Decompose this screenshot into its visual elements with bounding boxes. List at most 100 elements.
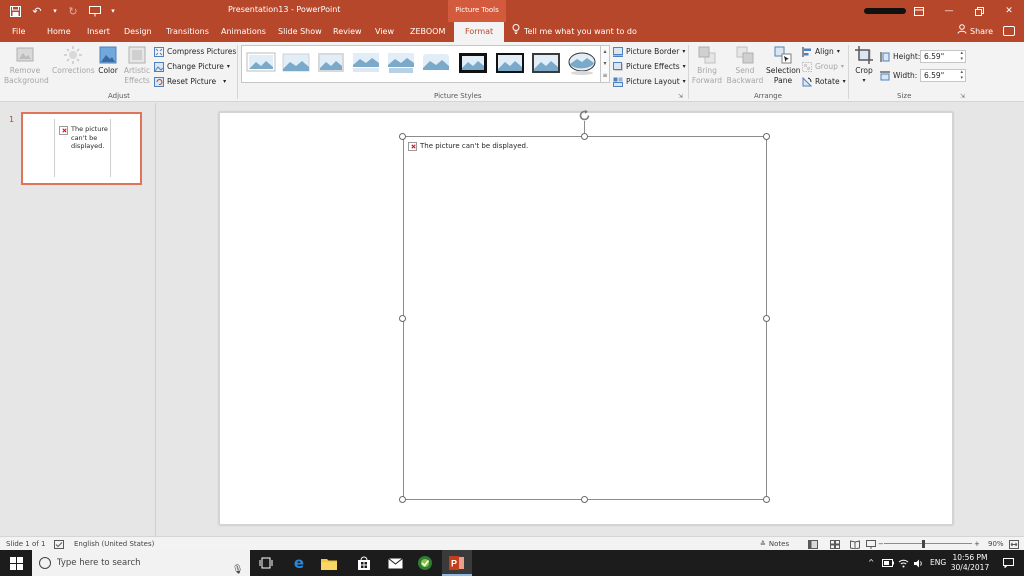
corrections-button[interactable]: Corrections	[52, 46, 95, 76]
picture-style-simple-frame[interactable]	[246, 50, 276, 76]
crop-button[interactable]: Crop ▾	[852, 46, 876, 86]
resize-handle-top-right[interactable]	[763, 133, 770, 140]
share-button[interactable]: Share	[957, 22, 993, 42]
artistic-effects-button[interactable]: Artistic Effects	[122, 46, 152, 86]
language-indicator[interactable]: English (United States)	[74, 537, 154, 551]
normal-view-icon[interactable]	[808, 537, 818, 551]
align-button[interactable]: Align ▾	[802, 45, 840, 58]
picture-style-thick-matte-black[interactable]	[458, 50, 488, 76]
file-explorer-icon[interactable]	[320, 554, 338, 572]
edge-browser-icon[interactable]: e	[290, 554, 308, 572]
volume-icon[interactable]	[914, 550, 924, 576]
picture-style-metal-frame[interactable]	[531, 50, 561, 76]
input-language[interactable]: ENG	[930, 550, 946, 576]
slide-show-icon[interactable]	[866, 537, 876, 551]
height-spinner[interactable]: ▴ ▾	[960, 50, 963, 62]
slide-sorter-icon[interactable]	[830, 537, 840, 551]
rotate-button[interactable]: Rotate ▾	[802, 75, 846, 88]
zoom-slider-thumb[interactable]	[921, 540, 925, 548]
tab-file[interactable]: File	[12, 22, 25, 42]
tab-review[interactable]: Review	[333, 22, 362, 42]
fit-slide-icon[interactable]	[1009, 537, 1019, 551]
microphone-icon[interactable]: 🎙	[232, 557, 243, 576]
browser-app-icon[interactable]	[416, 554, 434, 572]
slide-thumbnail[interactable]: The picture can't be displayed.	[21, 112, 142, 185]
resize-handle-bottom[interactable]	[581, 496, 588, 503]
tab-animations[interactable]: Animations	[221, 22, 266, 42]
tab-format[interactable]: Format	[454, 22, 505, 42]
selection-pane-button[interactable]: Selection Pane	[766, 46, 801, 86]
tab-insert[interactable]: Insert	[87, 22, 110, 42]
show-hidden-icons-icon[interactable]: ^	[868, 550, 874, 576]
height-input[interactable]: 6.59" ▴ ▾	[920, 50, 966, 63]
picture-effects-button[interactable]: Picture Effects ▾	[613, 60, 686, 73]
picture-style-soft-edge[interactable]	[281, 50, 311, 76]
restore-icon[interactable]	[964, 0, 994, 22]
width-spinner[interactable]: ▴ ▾	[960, 69, 963, 81]
undo-icon[interactable]: ↶	[30, 4, 44, 18]
tab-view[interactable]: View	[375, 22, 394, 42]
task-view-icon[interactable]	[257, 554, 275, 572]
change-picture-button[interactable]: Change Picture ▾	[154, 60, 230, 73]
save-icon[interactable]	[8, 4, 22, 18]
comments-icon[interactable]	[1003, 26, 1015, 36]
picture-style-reflected-bevel[interactable]	[386, 50, 416, 76]
picture-style-black-frame[interactable]	[495, 50, 525, 76]
tab-transitions[interactable]: Transitions	[166, 22, 209, 42]
resize-handle-left[interactable]	[399, 315, 406, 322]
resize-handle-top[interactable]	[581, 133, 588, 140]
zoom-slider[interactable]	[884, 543, 972, 544]
resize-handle-bottom-left[interactable]	[399, 496, 406, 503]
reset-picture-button[interactable]: Reset Picture ▾	[154, 75, 226, 88]
compress-pictures-button[interactable]: Compress Pictures	[154, 45, 236, 58]
bring-forward-button[interactable]: Bring Forward	[690, 46, 724, 86]
zoom-level[interactable]: 90%	[988, 537, 1004, 551]
user-account-name[interactable]	[864, 8, 906, 14]
resize-handle-top-left[interactable]	[399, 133, 406, 140]
scroll-up-icon[interactable]: ▴	[601, 46, 609, 58]
gallery-scroll[interactable]: ▴ ▾ ≡	[601, 45, 610, 83]
wifi-icon[interactable]	[898, 550, 909, 576]
tab-design[interactable]: Design	[124, 22, 152, 42]
picture-style-oval[interactable]	[567, 50, 597, 76]
tab-slide-show[interactable]: Slide Show	[278, 22, 322, 42]
picture-style-rounded[interactable]	[421, 50, 451, 76]
notification-center-icon[interactable]	[1003, 550, 1014, 576]
picture-style-drop-shadow[interactable]	[316, 50, 346, 76]
powerpoint-app-icon[interactable]: P	[448, 554, 466, 572]
selected-picture-placeholder[interactable]	[403, 136, 767, 500]
dropdown-arrow-icon[interactable]: ▾	[52, 4, 58, 18]
picture-border-button[interactable]: Picture Border ▾	[613, 45, 685, 58]
notes-button[interactable]: ≙ Notes	[760, 537, 789, 551]
close-icon[interactable]: ✕	[994, 0, 1024, 22]
picture-layout-button[interactable]: Picture Layout ▾	[613, 75, 686, 88]
dialog-launcher-icon[interactable]: ⇲	[678, 93, 683, 100]
remove-background-button[interactable]: Remove Background	[4, 46, 49, 86]
gallery-more-icon[interactable]: ≡	[601, 70, 609, 82]
group-button[interactable]: Group ▾	[802, 60, 844, 73]
ribbon-display-options-icon[interactable]	[904, 0, 934, 22]
resize-handle-bottom-right[interactable]	[763, 496, 770, 503]
tab-home[interactable]: Home	[47, 22, 71, 42]
spell-check-icon[interactable]	[54, 537, 64, 551]
windows-start-button[interactable]	[0, 550, 32, 576]
picture-style-reflected[interactable]	[351, 50, 381, 76]
store-icon[interactable]	[355, 554, 373, 572]
taskbar-clock[interactable]: 10:56 PM 30/4/2017	[947, 553, 993, 573]
battery-icon[interactable]	[882, 550, 894, 576]
mail-icon[interactable]	[386, 554, 404, 572]
tell-me-box[interactable]: Tell me what you want to do	[512, 22, 637, 42]
resize-handle-right[interactable]	[763, 315, 770, 322]
reading-view-icon[interactable]	[850, 537, 860, 551]
start-from-beginning-icon[interactable]	[88, 4, 102, 18]
scroll-down-icon[interactable]: ▾	[601, 58, 609, 70]
zoom-in-icon[interactable]: +	[974, 537, 980, 551]
dialog-launcher-icon[interactable]: ⇲	[960, 93, 965, 100]
customize-qat-icon[interactable]: ▾	[110, 4, 116, 18]
minimize-icon[interactable]: —	[934, 0, 964, 22]
tab-zeboom[interactable]: ZEBOOM	[410, 22, 445, 42]
rotate-handle-icon[interactable]	[578, 109, 591, 122]
taskbar-search-input[interactable]: Type here to search 🎙	[32, 550, 250, 576]
width-input[interactable]: 6.59" ▴ ▾	[920, 69, 966, 82]
color-button[interactable]: Color	[96, 46, 120, 76]
